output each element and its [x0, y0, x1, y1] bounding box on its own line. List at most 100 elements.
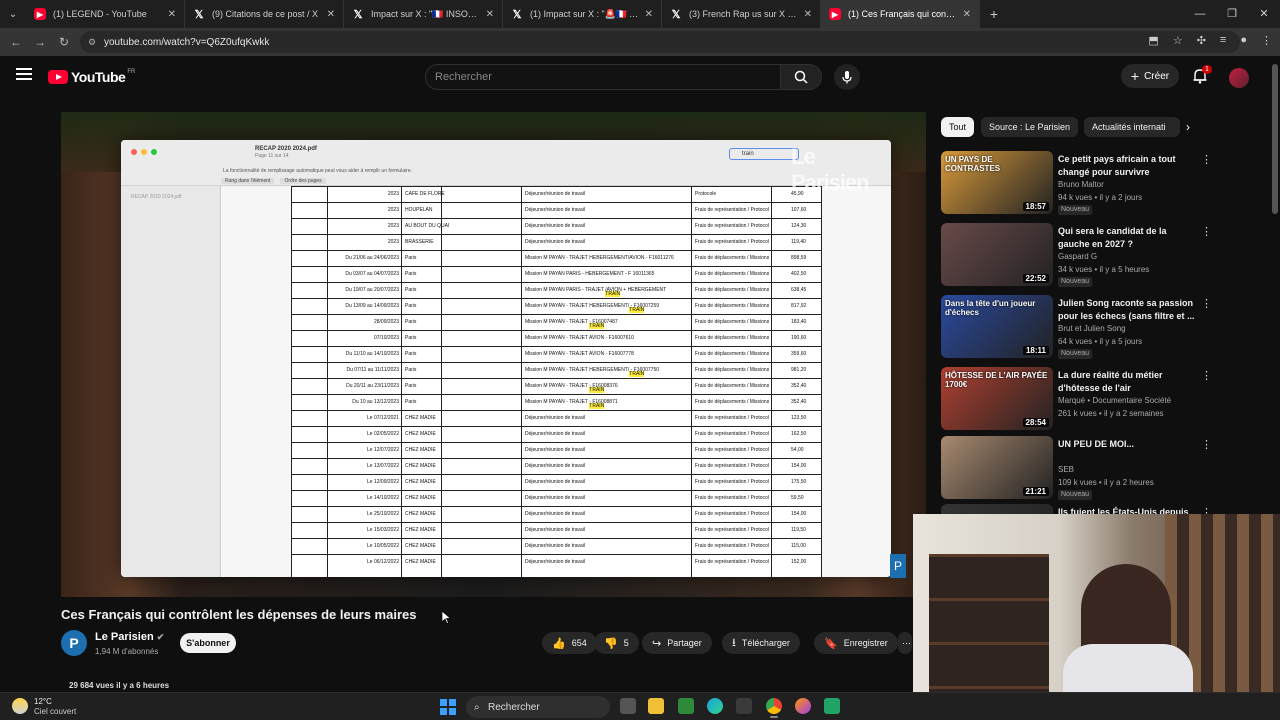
video-thumbnail[interactable]: UN PAYS DE CONTRASTES 18:57 — [941, 151, 1053, 214]
recommended-channel[interactable]: SEB — [1058, 465, 1074, 474]
recommended-title[interactable]: La dure réalité du métier d'hôtesse de l… — [1058, 369, 1198, 395]
browser-menu-icon[interactable]: ⋮ — [1261, 34, 1272, 47]
recommended-video[interactable]: HÔTESSE DE L'AIR PAYÉE 1700€ 28:54 La dure… — [941, 367, 1213, 431]
windows-start-icon[interactable] — [440, 699, 456, 715]
recommended-video[interactable]: Ils fuient les États-Unis depuis ⋮ — [941, 504, 1213, 567]
row-category: Frais de représentation / Protocole — [695, 463, 769, 469]
firefox-icon[interactable] — [795, 698, 811, 714]
channel-avatar[interactable]: P — [61, 630, 87, 656]
tab-close-icon[interactable]: ✕ — [327, 9, 335, 20]
filter-chip[interactable]: Actualités internati — [1084, 117, 1180, 137]
row-date: Du 19/07 au 20/07/2023 — [345, 287, 399, 293]
tab-close-icon[interactable]: ✕ — [645, 9, 653, 20]
site-info-icon[interactable]: ⚙ — [88, 37, 96, 48]
more-options-icon[interactable]: ⋮ — [1201, 153, 1212, 166]
back-icon[interactable]: ← — [4, 35, 28, 49]
more-options-icon[interactable]: ⋮ — [1201, 369, 1212, 382]
recommended-channel[interactable]: Marqué • Documentaire Société — [1058, 396, 1171, 405]
row-category: Frais de déplacements / Missions — [695, 255, 769, 261]
youtube-logo[interactable]: YouTube FR — [48, 69, 135, 85]
create-button[interactable]: + Créer — [1121, 64, 1179, 88]
tab-search-icon[interactable]: ⌄ — [0, 0, 26, 28]
row-amount: 162,50 — [791, 431, 807, 437]
row-date: 2023 — [387, 239, 399, 245]
app-teal-icon[interactable] — [824, 698, 840, 714]
video-thumbnail[interactable]: Dans la tête d'un joueur d'échecs 18:11 — [941, 295, 1053, 358]
tab-close-icon[interactable]: ✕ — [168, 9, 176, 20]
bookmark-star-icon[interactable]: ☆ — [1173, 34, 1183, 47]
chips-next-icon[interactable]: › — [1186, 120, 1190, 134]
search-input[interactable]: Rechercher — [425, 64, 781, 90]
store-icon[interactable] — [736, 698, 752, 714]
video-thumbnail[interactable]: 22:52 — [941, 223, 1053, 286]
chrome-icon[interactable] — [766, 698, 782, 718]
page-scrollbar[interactable] — [1272, 64, 1278, 214]
row-place: CHEZ MADIE — [405, 479, 436, 485]
browser-tab[interactable]: 𝕏 Impact sur X : "🇫🇷 INSOLITE ✕ — [344, 0, 503, 28]
app-green-icon[interactable] — [678, 698, 694, 714]
more-options-icon[interactable]: ⋮ — [1201, 438, 1212, 451]
subscribe-button[interactable]: S'abonner — [180, 633, 236, 653]
row-place: CAFE DE FLORE — [405, 191, 445, 197]
taskbar-search[interactable]: ⌕ Rechercher — [466, 696, 610, 718]
minimize-icon[interactable]: — — [1184, 0, 1216, 28]
recommended-channel[interactable]: Gaspard G — [1058, 252, 1097, 261]
filter-chip[interactable]: Source : Le Parisien — [981, 117, 1079, 137]
recommended-title[interactable]: Qui sera le candidat de la gauche en 202… — [1058, 225, 1198, 251]
recommended-title[interactable]: Ce petit pays africain a tout changé pou… — [1058, 153, 1198, 179]
recommended-channel[interactable]: Bruno Maltor — [1058, 180, 1104, 189]
recommended-video[interactable]: 21:21 UN PEU DE MOI... SEB 109 k vues • il … — [941, 436, 1213, 500]
channel-name[interactable]: Le Parisien ✔ — [95, 631, 164, 643]
like-button[interactable]: 👍 654 — [542, 632, 597, 654]
weather-icon[interactable] — [12, 698, 28, 714]
recommended-video[interactable]: 22:52 Qui sera le candidat de la gauche e… — [941, 223, 1213, 287]
reload-icon[interactable]: ↻ — [52, 35, 76, 49]
filter-chip[interactable]: Tout — [941, 117, 975, 137]
share-button[interactable]: ↪ Partager — [642, 632, 712, 654]
extensions-icon[interactable]: ✣ — [1197, 34, 1206, 47]
table-row: Le 10/05/2022 CHEZ MADIE Déjeuner/réunion … — [291, 538, 821, 554]
video-player[interactable]: RECAP 2020 2024.pdf Page 11 sur 14 La fo… — [61, 112, 926, 597]
recommended-video[interactable]: Dans la tête d'un joueur d'échecs 18:11 Ju… — [941, 295, 1213, 359]
download-button[interactable]: ⭳ Télécharger — [722, 632, 800, 654]
browser-tab[interactable]: 𝕏 (1) Impact sur X : "🚨🇫🇷 ALERTE ✕ — [503, 0, 662, 28]
reading-list-icon[interactable]: ≡ — [1220, 34, 1226, 47]
voice-search-button[interactable] — [834, 64, 860, 90]
more-options-icon[interactable]: ⋮ — [1201, 225, 1212, 238]
search-button[interactable] — [780, 64, 822, 90]
profile-icon[interactable]: ● — [1240, 34, 1247, 47]
row-amount: 898,59 — [791, 255, 807, 261]
tab-close-icon[interactable]: ✕ — [963, 9, 971, 20]
task-view-icon[interactable] — [620, 698, 636, 714]
tab-close-icon[interactable]: ✕ — [804, 9, 812, 20]
browser-tab[interactable]: 𝕏 (9) Citations de ce post / X ✕ — [185, 0, 344, 28]
recommended-channel[interactable]: Brut et Julien Song — [1058, 324, 1126, 333]
menu-icon[interactable] — [16, 68, 32, 80]
logo-text: YouTube — [71, 69, 126, 85]
recommended-views: 64 k vues • il y a 5 jours — [1058, 337, 1143, 346]
account-avatar[interactable] — [1229, 68, 1249, 88]
tab-close-icon[interactable]: ✕ — [486, 9, 494, 20]
row-desc: Déjeuner/réunion de travail — [525, 463, 586, 469]
restore-icon[interactable]: ❐ — [1216, 0, 1248, 28]
video-thumbnail[interactable]: HÔTESSE DE L'AIR PAYÉE 1700€ 28:54 — [941, 367, 1053, 430]
forward-icon[interactable]: → — [28, 35, 52, 49]
browser-tab[interactable]: 𝕏 (3) French Rap us sur X : "@Fre ✕ — [662, 0, 821, 28]
browser-tab[interactable]: ▶ (1) Ces Français qui contrôlent ✕ — [821, 0, 980, 28]
more-options-icon[interactable]: ⋮ — [1201, 297, 1212, 310]
file-explorer-icon[interactable] — [648, 698, 664, 714]
close-window-icon[interactable]: ✕ — [1248, 0, 1280, 28]
new-tab-button[interactable]: + — [980, 6, 1008, 22]
dislike-button[interactable]: 👎 5 — [594, 632, 639, 654]
save-button[interactable]: 🔖 Enregistrer — [814, 632, 898, 654]
recommended-title[interactable]: Julien Song raconte sa passion pour les … — [1058, 297, 1198, 323]
browser-tab[interactable]: ▶ (1) LEGEND - YouTube ✕ — [26, 0, 185, 28]
recommended-title[interactable]: UN PEU DE MOI... — [1058, 438, 1198, 451]
more-actions-button[interactable]: ⋯ — [898, 632, 912, 654]
video-thumbnail[interactable]: 21:21 — [941, 436, 1053, 499]
url-field[interactable]: ⚙ youtube.com/watch?v=Q6Z0ufqKwkk — [80, 31, 1240, 53]
recommended-video[interactable]: UN PAYS DE CONTRASTES 18:57 Ce petit pays … — [941, 151, 1213, 215]
edge-icon[interactable] — [707, 698, 723, 714]
install-icon[interactable]: ⬒ — [1148, 34, 1158, 47]
browser-tab-bar: ⌄ ▶ (1) LEGEND - YouTube ✕ 𝕏 (9) Citations d… — [0, 0, 1280, 28]
